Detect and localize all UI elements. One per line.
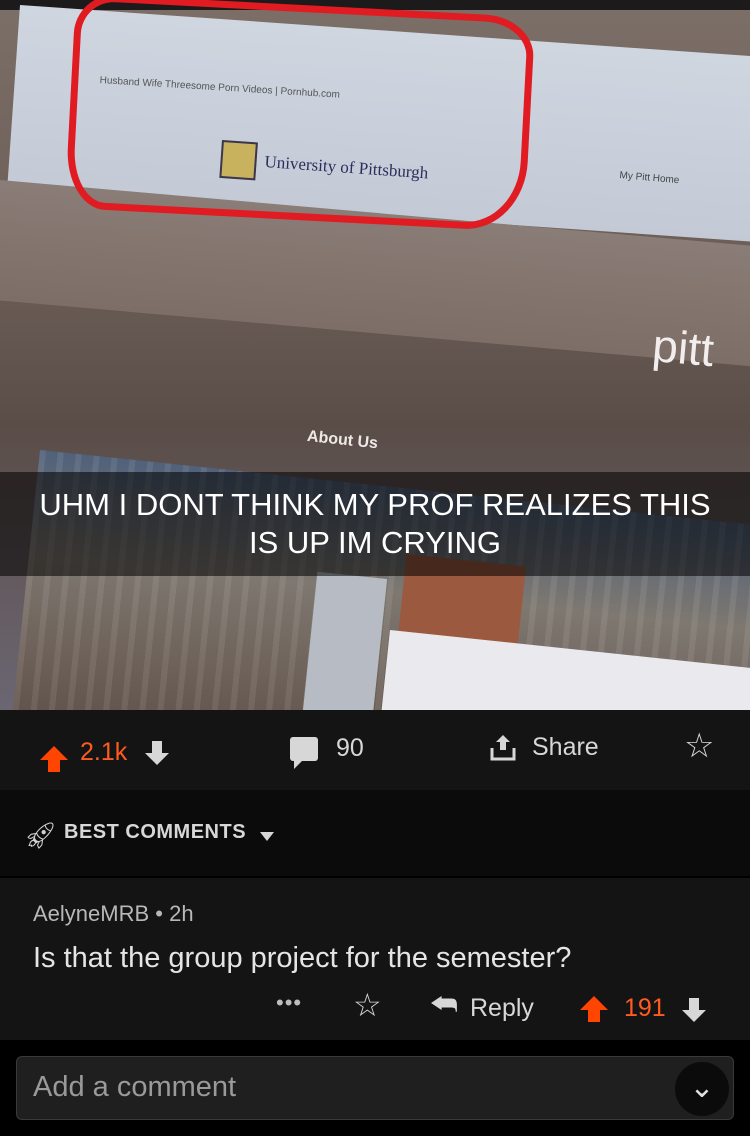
tower-building [302,571,388,710]
chevron-down-icon [260,832,274,841]
downvote-icon[interactable] [145,740,170,765]
comment-composer: Add a comment ⌄ [0,1040,750,1136]
comment-upvote[interactable] [580,996,620,1022]
share-label: Share [532,732,599,761]
post-image[interactable]: Husband Wife Threesome Porn Videos | Por… [0,0,750,710]
post-vote-group: 2.1k [40,738,170,772]
post-score: 2.1k [80,738,128,766]
comment-sort-bar[interactable]: 🚀︎ BEST COMMENTS [0,790,750,876]
share-icon [490,735,516,761]
comment-meta: AelyneMRB • 2h [33,901,194,927]
caption-line-1: UHM I DONT THINK MY PROF REALIZES THIS [39,487,711,522]
award-star-icon[interactable]: ☆ [684,729,714,763]
comment-score: 191 [624,994,666,1022]
comment-time: 2h [169,901,194,926]
share-button[interactable]: Share [488,732,599,762]
comment: AelyneMRB • 2h Is that the group project… [0,878,750,1040]
red-circle-annotation [64,0,536,232]
comment-actions: ••• ☆ ⮪ Reply 191 [0,987,750,1030]
reply-icon[interactable]: ⮪ [430,988,458,1022]
meta-separator: • [155,901,163,926]
comment-count: 90 [336,734,364,762]
comment-downvote[interactable] [682,998,706,1022]
reply-button[interactable]: Reply [470,994,534,1023]
rocket-icon: 🚀︎ [24,820,58,850]
comment-icon [290,736,318,769]
comments-button[interactable]: 90 [290,734,364,769]
more-options-icon[interactable]: ••• [276,990,302,1016]
snap-caption: UHM I DONT THINK MY PROF REALIZES THIS I… [0,472,750,576]
double-chevron-down-icon[interactable]: ⌄ [675,1062,729,1116]
upvote-icon[interactable] [40,745,68,772]
comment-author[interactable]: AelyneMRB [33,901,149,926]
sort-label: BEST COMMENTS [64,821,247,843]
upvote-icon[interactable] [580,996,608,1022]
award-star-icon[interactable]: ☆ [353,986,382,1024]
caption-line-2: IS UP IM CRYING [248,525,502,560]
comment-body: Is that the group project for the semest… [33,942,572,974]
add-comment-input[interactable]: Add a comment [16,1056,734,1120]
post-action-bar: 2.1k 90 Share ☆ [0,710,750,790]
about-us-link: About Us [306,428,379,453]
site-wordmark: pitt [650,318,717,377]
downvote-icon[interactable] [682,998,706,1022]
